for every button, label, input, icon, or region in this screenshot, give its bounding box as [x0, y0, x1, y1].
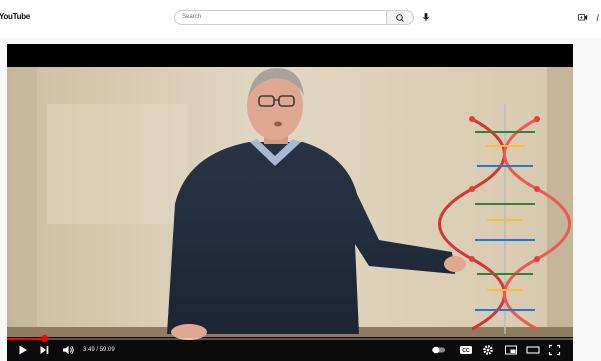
play-icon[interactable] — [18, 344, 28, 356]
search-button[interactable] — [387, 10, 414, 25]
progress-scrubber-handle[interactable] — [41, 335, 48, 342]
search-icon — [396, 14, 404, 22]
theater-mode-icon[interactable] — [526, 344, 540, 356]
current-time: 3:49 — [83, 347, 95, 353]
video-player[interactable] — [7, 44, 573, 361]
miniplayer-icon[interactable] — [504, 344, 518, 356]
duration: 59:09 — [99, 347, 115, 353]
svg-text:CC: CC — [462, 348, 470, 354]
volume-icon[interactable] — [62, 344, 75, 356]
video-frame — [7, 44, 573, 361]
progress-bar[interactable] — [7, 335, 573, 342]
autoplay-toggle-icon[interactable] — [431, 344, 447, 356]
gear-icon[interactable] — [482, 344, 494, 356]
progress-played — [7, 338, 44, 340]
create-video-icon[interactable] — [578, 13, 588, 22]
time-display: 3:49 / 59:09 — [83, 347, 115, 353]
fullscreen-icon[interactable] — [548, 344, 561, 356]
search-placeholder: Search — [182, 14, 202, 20]
captions-icon[interactable]: CC — [459, 344, 473, 356]
youtube-logo[interactable]: YouTube — [0, 12, 30, 21]
notifications-icon[interactable] — [595, 13, 601, 23]
search-input[interactable]: Search — [174, 10, 387, 25]
microphone-icon[interactable] — [420, 11, 432, 24]
next-icon[interactable] — [39, 344, 50, 356]
masthead: YouTube Search — [0, 0, 601, 38]
player-controls: 3:49 / 59:09 CC — [7, 342, 573, 361]
